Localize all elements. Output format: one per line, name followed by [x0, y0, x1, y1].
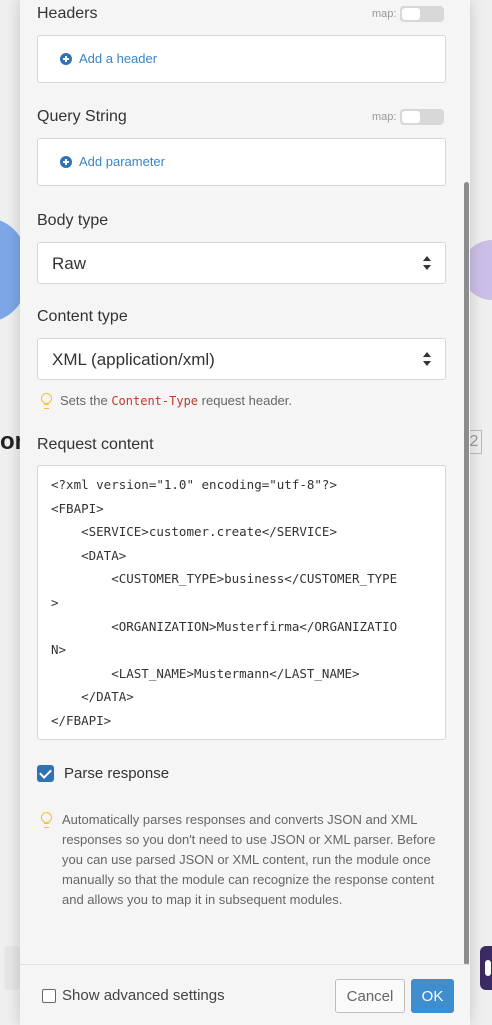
toggle-knob — [402, 8, 421, 20]
parse-response-option[interactable]: Parse response — [37, 765, 169, 782]
body-type-label: Body type — [37, 212, 109, 229]
query-string-label: Query String — [37, 108, 127, 125]
headers-map-toggle[interactable] — [400, 6, 445, 22]
advanced-settings-label: Show advanced settings — [62, 987, 225, 1004]
query-map-toggle-group: map: — [372, 109, 445, 125]
request-content-editor[interactable]: <?xml version="1.0" encoding="utf-8"?> <… — [37, 465, 446, 740]
hint-prefix: Sets the — [60, 393, 108, 408]
content-type-hint-text: Sets the Content-Type request header. — [60, 393, 292, 408]
code-line: <?xml version="1.0" encoding="utf-8"?> — [51, 477, 337, 492]
code-line: <LAST_NAME>Mustermann</LAST_NAME> — [51, 666, 360, 681]
hint-code-token: Content-Type — [111, 394, 199, 408]
content-type-hint: Sets the Content-Type request header. — [40, 393, 292, 409]
parse-response-label: Parse response — [64, 765, 170, 782]
lightbulb-icon — [40, 812, 52, 828]
add-parameter-label: Add parameter — [79, 154, 165, 169]
cancel-button[interactable]: Cancel — [335, 979, 405, 1013]
add-header-button[interactable]: Add a header — [60, 51, 157, 66]
content-type-label: Content type — [37, 308, 128, 325]
headers-map-toggle-group: map: — [372, 6, 445, 22]
code-line: <CUSTOMER_TYPE>business</CUSTOMER_TYPE — [51, 571, 398, 586]
plus-circle-icon — [60, 52, 72, 65]
headers-map-label: map: — [372, 8, 397, 20]
body-type-value: Raw — [52, 254, 87, 273]
panel-footer: Show advanced settings Cancel OK — [20, 964, 470, 1025]
hint-suffix: request header. — [201, 393, 293, 408]
panel-scrollbar[interactable] — [464, 182, 469, 965]
headers-box: Add a header — [37, 35, 446, 83]
add-parameter-button[interactable]: Add parameter — [60, 154, 165, 169]
headers-label: Headers — [37, 5, 98, 22]
code-line: </DATA> — [51, 689, 134, 704]
code-line: <FBAPI> — [51, 501, 104, 516]
toggle-knob — [402, 111, 421, 123]
advanced-settings-toggle[interactable]: Show advanced settings — [42, 987, 225, 1004]
query-map-label: map: — [372, 111, 397, 123]
content-type-select[interactable]: XML (application/xml) — [37, 338, 446, 380]
query-string-box: Add parameter — [37, 138, 446, 186]
body-type-select[interactable]: Raw — [37, 242, 446, 284]
advanced-settings-checkbox[interactable] — [42, 988, 56, 1003]
ok-button[interactable]: OK — [411, 979, 454, 1013]
code-line: N> — [51, 642, 67, 657]
add-header-label: Add a header — [79, 51, 158, 66]
query-map-toggle[interactable] — [400, 109, 445, 125]
canvas-side-tab[interactable] — [480, 946, 492, 990]
code-line: </FBAPI> — [51, 713, 112, 728]
canvas-control — [4, 946, 20, 990]
code-line: <ORGANIZATION>Musterfirma</ORGANIZATIO — [51, 619, 398, 634]
code-line: <SERVICE>customer.create</SERVICE> — [51, 524, 337, 539]
lightbulb-icon — [40, 393, 52, 409]
content-type-value: XML (application/xml) — [52, 350, 215, 369]
select-arrows-icon — [423, 352, 431, 366]
select-arrows-icon — [423, 256, 431, 270]
parse-response-hint: Automatically parses responses and conve… — [40, 810, 440, 910]
parse-response-checkbox[interactable] — [37, 765, 54, 782]
code-line: <DATA> — [51, 548, 127, 563]
code-line: > — [51, 595, 59, 610]
plus-circle-icon — [60, 155, 72, 168]
parse-response-hint-text: Automatically parses responses and conve… — [62, 812, 436, 907]
request-content-label: Request content — [37, 436, 154, 453]
